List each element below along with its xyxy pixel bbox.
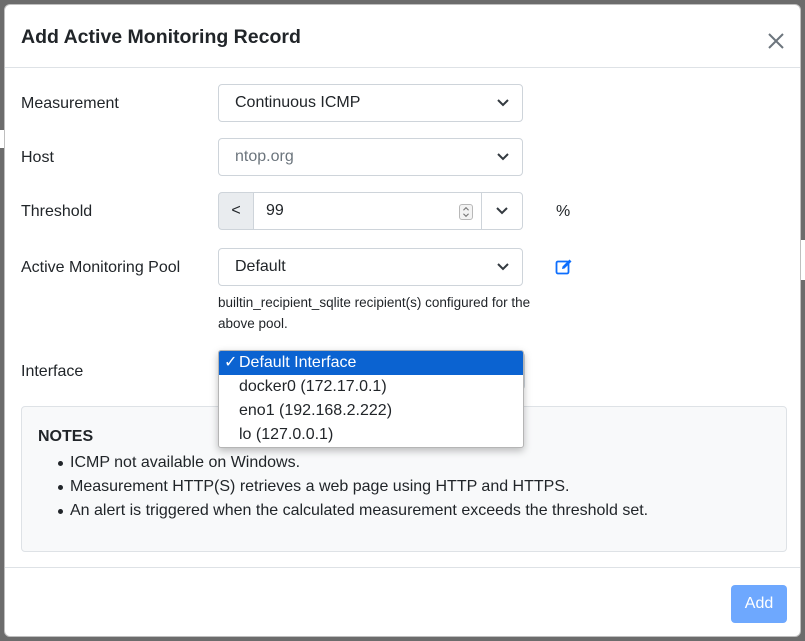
checkmark-icon: ✓ (224, 354, 238, 371)
interface-label: Interface (21, 363, 84, 380)
measurement-select[interactable]: Continuous ICMP (218, 84, 523, 122)
dialog-footer-divider (5, 567, 800, 568)
notes-title: NOTES (38, 428, 94, 445)
notes-list: ICMP not available on Windows. Measureme… (58, 451, 648, 523)
list-item: An alert is triggered when the calculate… (58, 499, 648, 523)
host-placeholder: ntop.org (235, 148, 294, 165)
list-item: ICMP not available on Windows. (58, 451, 648, 475)
interface-dropdown: ✓Default Interface docker0 (172.17.0.1) … (218, 350, 524, 448)
add-record-dialog: Add Active Monitoring Record Measurement… (4, 4, 801, 637)
option-label: docker0 (172.17.0.1) (239, 378, 387, 395)
threshold-dropdown-button[interactable] (481, 192, 523, 230)
interface-option-docker0[interactable]: docker0 (172.17.0.1) (219, 375, 523, 399)
pool-value: Default (235, 258, 286, 275)
threshold-unit: % (556, 203, 571, 220)
option-label: eno1 (192.168.2.222) (239, 402, 393, 419)
close-icon (768, 33, 784, 49)
host-select[interactable]: ntop.org (218, 138, 523, 176)
chevron-down-icon (496, 207, 508, 215)
close-button[interactable] (764, 29, 788, 53)
option-label: Default Interface (239, 354, 357, 371)
dialog-title: Add Active Monitoring Record (21, 26, 301, 48)
spinner-arrows-icon (463, 206, 469, 218)
threshold-operator: < (218, 192, 254, 230)
host-label: Host (21, 149, 54, 166)
dialog-header: Add Active Monitoring Record (5, 5, 800, 68)
pool-select[interactable]: Default (218, 248, 523, 286)
list-item: Measurement HTTP(S) retrieves a web page… (58, 475, 648, 499)
interface-option-eno1[interactable]: eno1 (192.168.2.222) (219, 399, 523, 423)
pool-label: Active Monitoring Pool (21, 259, 181, 276)
interface-option-default[interactable]: ✓Default Interface (219, 351, 523, 375)
add-button[interactable]: Add (731, 585, 787, 623)
measurement-value: Continuous ICMP (235, 94, 361, 111)
option-label: lo (127.0.0.1) (239, 426, 334, 443)
threshold-input-group: < 99 (218, 192, 523, 230)
chevron-down-icon (497, 153, 509, 161)
threshold-input[interactable]: 99 (253, 192, 482, 230)
number-spinner[interactable] (459, 204, 473, 220)
chevron-down-icon (497, 99, 509, 107)
threshold-value: 99 (266, 202, 284, 219)
edit-icon[interactable] (555, 258, 573, 276)
chevron-down-icon (497, 263, 509, 271)
interface-option-lo[interactable]: lo (127.0.0.1) (219, 423, 523, 447)
threshold-label: Threshold (21, 203, 93, 220)
measurement-label: Measurement (21, 95, 119, 112)
pool-help-text: builtin_recipient_sqlite recipient(s) co… (218, 295, 531, 331)
